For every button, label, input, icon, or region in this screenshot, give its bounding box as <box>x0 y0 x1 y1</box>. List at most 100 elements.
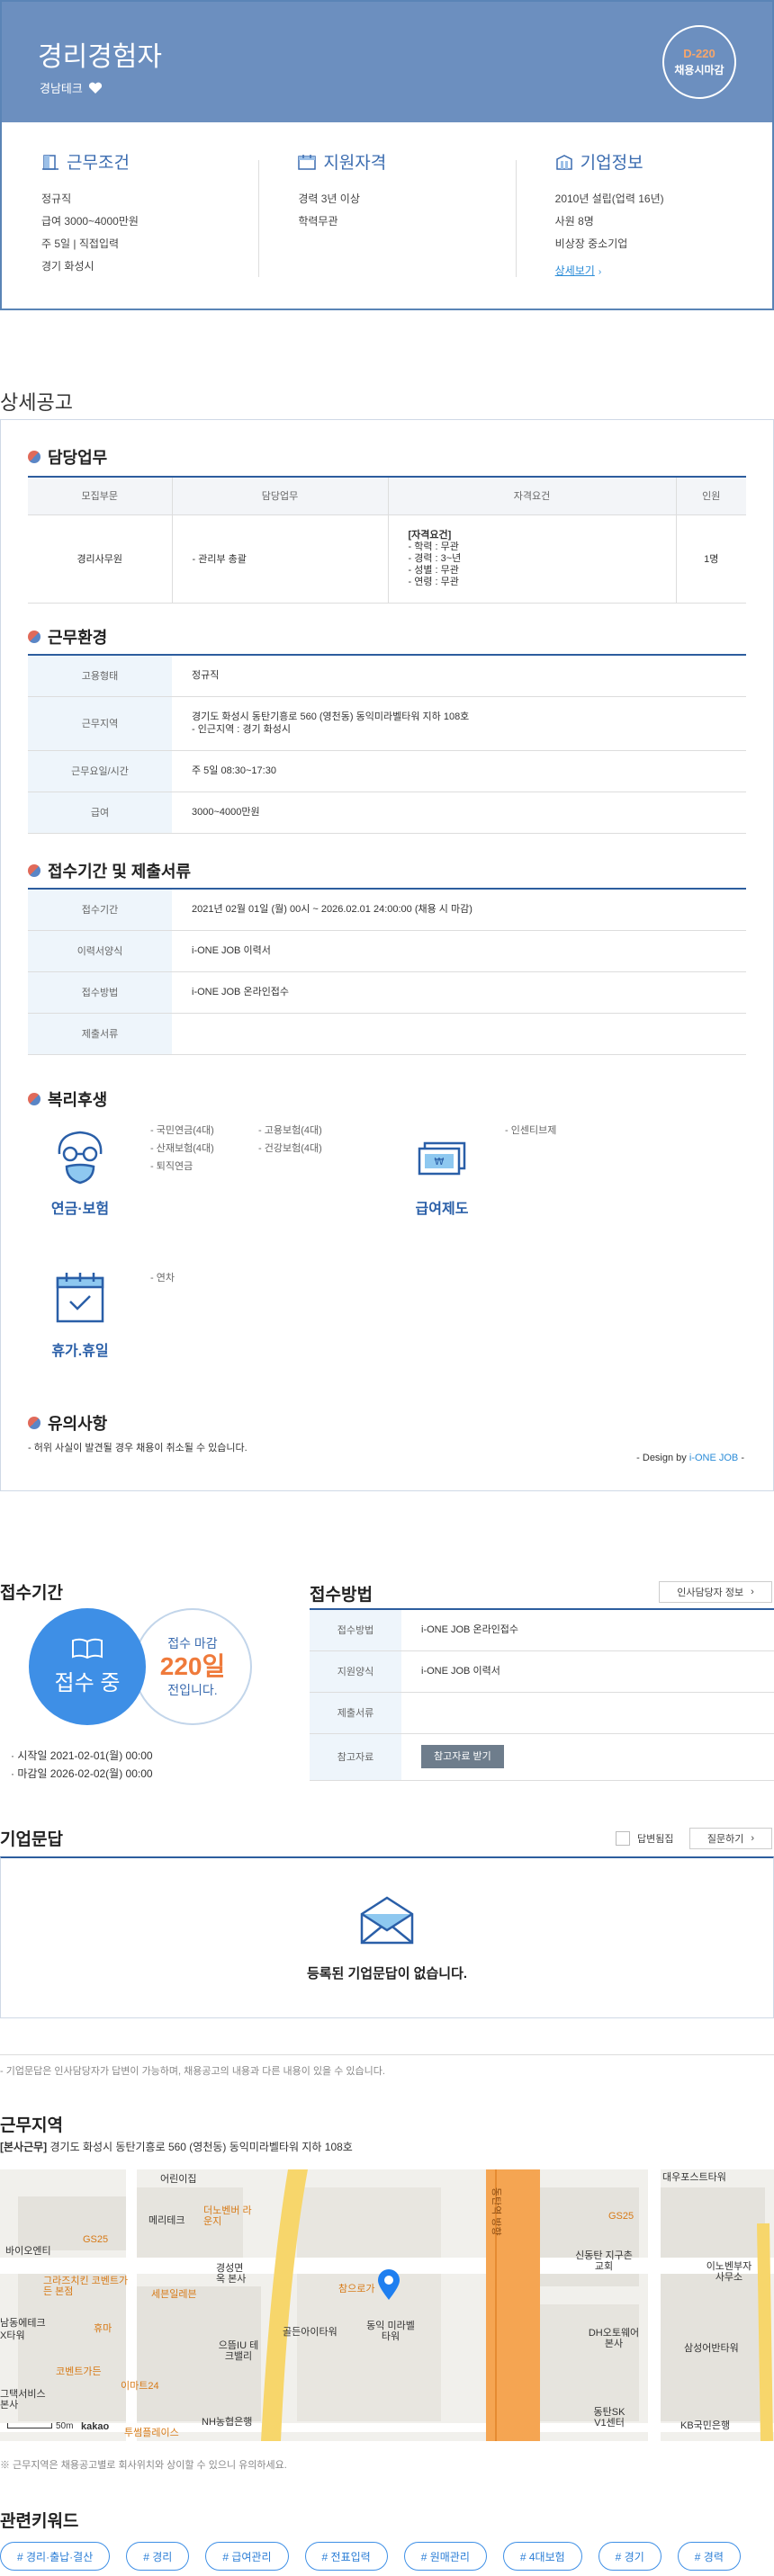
map-label: GS25 <box>83 2234 109 2245</box>
calendar-icon <box>298 154 317 170</box>
row-key: 근무지역 <box>28 696 172 751</box>
map-label: 동탄역 방향 <box>490 2187 501 2236</box>
keyword-chip[interactable]: # 경리 <box>126 2542 190 2571</box>
map-label: 골든아이타워 <box>283 2327 338 2338</box>
pension-list-2: - 고용보험(4대) - 건강보험(4대) <box>258 1122 322 1158</box>
book-icon <box>72 1638 103 1659</box>
table-row: 접수방법 i-ONE JOB 온라인접수 <box>310 1609 774 1651</box>
keyword-chip[interactable]: # 전표입력 <box>304 2542 388 2571</box>
map-background <box>0 2169 774 2441</box>
heart-icon[interactable] <box>88 82 103 94</box>
map-label: 바이오엔티 <box>5 2246 51 2257</box>
design-prefix: - Design by <box>636 1453 689 1463</box>
map-label: 투썸플레이스 <box>124 2428 179 2438</box>
dday-count: D-220 <box>683 47 716 60</box>
row-key: 제출서류 <box>28 1013 172 1055</box>
design-brand[interactable]: i-ONE JOB <box>689 1453 738 1463</box>
location-address: [본사근무] 경기도 화성시 동탄기흥로 560 (영천동) 동익미라벨타워 지… <box>0 2139 353 2154</box>
holiday-name: 휴가.휴일 <box>51 1344 109 1359</box>
row-key: 급여 <box>28 792 172 834</box>
work-line: 정규직 <box>41 192 72 205</box>
qa-note: - 기업문답은 인사담당자가 답변이 가능하며, 채용공고의 내용과 다른 내용… <box>0 2066 385 2077</box>
map-label: 휴마 <box>94 2323 112 2334</box>
receipt-heading: 접수기간 및 제출서류 <box>28 859 191 882</box>
pension-list-1: - 국민연금(4대) - 산재보험(4대) - 퇴직연금 <box>150 1122 214 1176</box>
qual-line: - 연령 : 무관 <box>408 576 459 587</box>
qualify-line: 학력무관 <box>298 215 338 228</box>
benefit-item: - 인센티브제 <box>505 1125 557 1136</box>
pension-icon <box>58 1131 103 1185</box>
map-label: GS25 <box>608 2211 634 2222</box>
qa-list: 등록된 기업문답이 없습니다. <box>0 1856 774 2018</box>
welfare-title: 복리후생 <box>48 1091 108 1109</box>
chevron-right-icon: › <box>598 267 602 277</box>
benefit-pension: 연금·보험 <box>26 1127 134 1218</box>
apply-dates: · 시작일 2021-02-01(월) 00:00 · 마감일 2026-02-… <box>11 1747 153 1783</box>
company-name[interactable]: 경남테크 <box>40 79 83 96</box>
deadline-suffix: 전입니다. <box>167 1683 218 1697</box>
end-date: · 마감일 2026-02-02(월) 00:00 <box>11 1767 153 1780</box>
contact-info-button[interactable]: 인사담당자 정보 › <box>659 1581 772 1603</box>
map-label: 세븐일레븐 <box>151 2289 197 2300</box>
benefit-item: - 연차 <box>150 1273 175 1284</box>
row-key: 근무요일/시간 <box>28 750 172 792</box>
row-value: 경기도 화성시 동탄기흥로 560 (영천동) 동익미라벨타워 지하 108호 -… <box>172 696 746 751</box>
benefit-item: - 건강보험(4대) <box>258 1143 322 1154</box>
status-text: 접수 중 <box>54 1670 121 1695</box>
deadline-circle: 접수 마감 220일 전입니다. <box>133 1608 252 1725</box>
location-pin-icon[interactable] <box>376 2268 401 2301</box>
period-title: 접수기간 <box>0 1584 63 1603</box>
company-line: 비상장 중소기업 <box>554 237 628 250</box>
answered-filter[interactable]: 답변됨집 <box>616 1831 673 1846</box>
keyword-chip[interactable]: # 경기 <box>598 2542 662 2571</box>
detail-content: 담당업무 모집부문 담당업무 자격요건 인원 경리사무원 - 관리부 총괄 [자… <box>0 419 774 1491</box>
divider <box>0 2054 774 2055</box>
map-label: 이마트24 <box>121 2381 159 2392</box>
column-header: 담당업무 <box>172 477 389 515</box>
door-icon <box>42 154 58 170</box>
company-info: 기업정보 2010년 설립(업력 16년) 사원 8명 비상장 중소기업 상세보… <box>515 149 772 278</box>
scale-bar <box>7 2423 52 2428</box>
work-line: 주 5일 | 직접입력 <box>41 237 120 250</box>
design-credit: - Design by i-ONE JOB - <box>636 1453 744 1463</box>
benefit-holiday: 휴가.휴일 <box>26 1269 134 1360</box>
map-view[interactable]: 어린이집 메리테크 GS25 더노벤버 라운지 바이오엔티 그라즈치킨 코벤트가… <box>0 2169 774 2441</box>
company-row: 경남테크 <box>40 79 103 96</box>
map-label: 으뜸IU 테크밸리 <box>218 2340 259 2362</box>
company-line: 사원 8명 <box>554 215 594 228</box>
row-key: 접수방법 <box>28 971 172 1014</box>
job-posting-page: 경리경험자 경남테크 D-220 채용시마감 근무조건 정규직 급여 3000~… <box>0 0 774 2576</box>
table-row: 참고자료 참고자료 받기 <box>310 1733 774 1781</box>
keyword-chip[interactable]: # 4대보험 <box>502 2542 582 2571</box>
holiday-list: - 연차 <box>150 1269 175 1287</box>
summary-columns: 근무조건 정규직 급여 3000~4000만원 주 5일 | 직접입력 경기 화… <box>2 122 772 278</box>
keyword-chip[interactable]: # 급여관리 <box>205 2542 289 2571</box>
duty-table: 모집부문 담당업무 자격요건 인원 경리사무원 - 관리부 총괄 [자격요건] … <box>28 476 746 604</box>
method-title: 접수방법 <box>310 1586 373 1605</box>
table-row: 접수방법 i-ONE JOB 온라인접수 <box>28 971 746 1014</box>
map-label: 동익 미라벨타워 <box>366 2321 415 2342</box>
env-table: 고용형태 정규직 근무지역 경기도 화성시 동탄기흥로 560 (영천동) 동익미라… <box>28 654 746 834</box>
keyword-chip[interactable]: # 경력 <box>677 2542 741 2571</box>
row-value: i-ONE JOB 온라인접수 <box>172 971 746 1014</box>
company-detail-link[interactable]: 상세보기 <box>555 263 595 278</box>
bullet-icon <box>28 1417 40 1429</box>
env-heading: 근무환경 <box>28 625 107 648</box>
download-button[interactable]: 참고자료 받기 <box>421 1745 504 1768</box>
count-cell: 1명 <box>676 514 746 604</box>
work-conditions-title: 근무조건 <box>67 154 130 173</box>
keyword-chip[interactable]: # 원매관리 <box>403 2542 487 2571</box>
location-tag: [본사근무] <box>0 2141 48 2153</box>
map-label: 더노벤버 라운지 <box>203 2205 252 2227</box>
qualifications-title: 지원자격 <box>323 154 387 173</box>
answered-checkbox[interactable] <box>616 1831 630 1846</box>
keyword-list: # 경리·출납·결산 # 경리 # 급여관리 # 전표입력 # 원매관리 # 4… <box>0 2542 741 2571</box>
map-label: 참으로가 <box>338 2284 375 2294</box>
money-icon: ₩ <box>418 1141 466 1176</box>
company-info-title: 기업정보 <box>580 154 644 173</box>
status-circle: 접수 중 <box>29 1608 146 1725</box>
row-value: 2021년 02월 01일 (월) 00시 ~ 2026.02.01 24:00… <box>172 889 746 931</box>
company-line: 2010년 설립(업력 16년) <box>554 192 664 205</box>
keyword-chip[interactable]: # 경리·출납·결산 <box>0 2542 111 2571</box>
ask-button[interactable]: 질문하기 › <box>689 1828 772 1849</box>
